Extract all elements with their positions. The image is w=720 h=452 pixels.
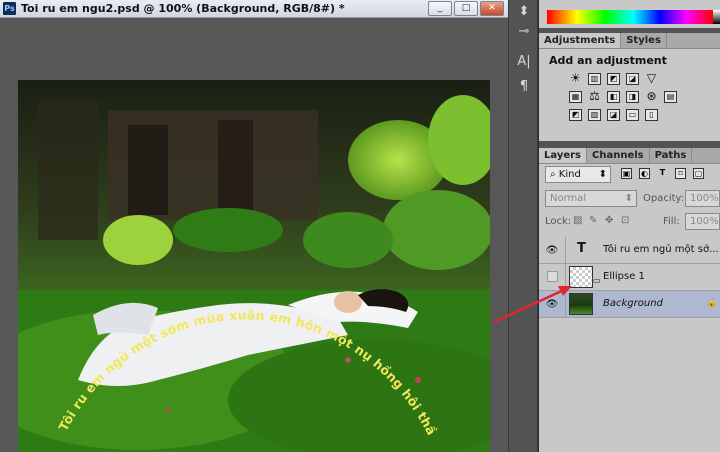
- lock-icon: 🔒: [706, 298, 718, 308]
- posterize-icon[interactable]: ▨: [588, 109, 601, 121]
- levels-icon[interactable]: ▥: [588, 73, 601, 85]
- filter-pixel-icon[interactable]: ▣: [621, 168, 632, 179]
- fill-label: Fill:: [663, 216, 680, 227]
- text-layer-icon: T: [577, 241, 586, 256]
- exposure-icon[interactable]: ◪: [626, 73, 639, 85]
- tab-channels[interactable]: Channels: [587, 148, 650, 163]
- layer-row-ellipse[interactable]: ▭ Ellipse 1: [539, 264, 720, 291]
- opacity-field[interactable]: 100%: [685, 190, 720, 207]
- filter-shape-icon[interactable]: ⌑: [675, 168, 686, 179]
- photoshop-icon: Ps: [3, 2, 16, 15]
- layer-row-background[interactable]: 👁 Background 🔒: [539, 291, 720, 318]
- layer-thumbnail: [569, 266, 593, 288]
- layer-name: Ellipse 1: [603, 271, 645, 282]
- eye-icon[interactable]: 👁: [545, 299, 559, 310]
- layer-name: Background: [603, 298, 663, 309]
- gradient-map-icon[interactable]: ▭: [626, 109, 639, 121]
- blend-mode-select[interactable]: Normal ⬍: [545, 190, 637, 207]
- chevron-down-icon: ⬍: [624, 193, 633, 204]
- vibrance-icon[interactable]: ▦: [569, 91, 582, 103]
- layers-list: 👁 T Tôi ru em ngủ một sớ... ▭ Ellipse 1 …: [539, 237, 720, 318]
- tab-layers[interactable]: Layers: [539, 148, 587, 163]
- shape-link-icon: ▭: [593, 276, 601, 285]
- black-white-icon[interactable]: ◨: [626, 91, 639, 103]
- tab-styles[interactable]: Styles: [621, 33, 667, 48]
- search-icon: ⌕: [550, 169, 559, 180]
- tab-paths[interactable]: Paths: [650, 148, 693, 163]
- channel-mixer-icon[interactable]: ▤: [664, 91, 677, 103]
- layer-filter-select[interactable]: ⌕ Kind ⬍: [545, 166, 611, 183]
- adjustment-icons: ☀ ▥ ◩ ◪ ▽ ▦ ⚖ ◧ ◨ ⊛ ▤ ◩ ▨ ◪ ▭ ▯: [569, 72, 699, 127]
- lock-image-icon[interactable]: ✎: [589, 215, 597, 226]
- lock-position-icon[interactable]: ✥: [605, 215, 613, 226]
- photo-scene: Tôi ru em ngủ một sớm mùa xuân em hôn mộ…: [18, 80, 490, 452]
- filter-adjustment-icon[interactable]: ◐: [639, 168, 650, 179]
- lock-all-icon[interactable]: ⊡: [621, 215, 629, 226]
- lock-label: Lock:: [545, 216, 572, 227]
- brush-preset-icon[interactable]: ⬍: [513, 2, 535, 22]
- threshold-icon[interactable]: ◪: [607, 109, 620, 121]
- layer-thumbnail: [569, 293, 593, 315]
- panel-dock-strip: ⬍ ⊸ A| ¶: [508, 0, 538, 452]
- brightness-contrast-icon[interactable]: ☀: [569, 72, 582, 85]
- fill-field[interactable]: 100%: [685, 213, 720, 230]
- document-image[interactable]: Tôi ru em ngủ một sớm mùa xuân em hôn mộ…: [18, 80, 490, 452]
- hue-saturation-icon[interactable]: ◧: [607, 91, 620, 103]
- adjustments-tabbar: Adjustments Styles: [539, 33, 720, 49]
- lock-transparent-icon[interactable]: ▨: [573, 215, 582, 226]
- filter-type-icon[interactable]: T: [657, 168, 668, 179]
- eye-icon[interactable]: 👁: [545, 245, 559, 256]
- balance-icon[interactable]: ⚖: [588, 90, 601, 103]
- panel-divider-2: [539, 141, 720, 148]
- color-spectrum[interactable]: [547, 10, 720, 24]
- minimize-button[interactable]: _: [428, 1, 452, 16]
- layer-name: Tôi ru em ngủ một sớ...: [603, 244, 719, 255]
- document-title: Toi ru em ngu2.psd @ 100% (Background, R…: [21, 2, 345, 15]
- filter-kind-value: Kind: [558, 169, 581, 180]
- adjustments-heading: Add an adjustment: [549, 54, 667, 67]
- paragraph-panel-icon[interactable]: ¶: [513, 77, 535, 97]
- tab-adjustments[interactable]: Adjustments: [539, 33, 622, 48]
- blend-mode-value: Normal: [550, 193, 587, 204]
- chevron-down-icon: ⬍: [598, 169, 607, 180]
- invert-icon[interactable]: ◩: [569, 109, 582, 121]
- curves-icon[interactable]: ◩: [607, 73, 620, 85]
- photo-filter-icon[interactable]: ⊛: [645, 90, 658, 103]
- visibility-toggle-off[interactable]: [547, 271, 558, 282]
- layers-tabbar: Layers Channels Paths: [539, 148, 720, 164]
- tool-preset-icon[interactable]: ⊸: [513, 22, 535, 42]
- canvas-area[interactable]: Tôi ru em ngủ một sớm mùa xuân em hôn mộ…: [0, 18, 508, 452]
- document-titlebar[interactable]: Ps Toi ru em ngu2.psd @ 100% (Background…: [0, 0, 508, 18]
- selective-color-icon[interactable]: ▯: [645, 109, 658, 121]
- close-button[interactable]: ✕: [480, 1, 504, 16]
- character-panel-icon[interactable]: A|: [513, 52, 535, 72]
- triangle-icon[interactable]: ▽: [645, 72, 658, 85]
- layer-row-text[interactable]: 👁 T Tôi ru em ngủ một sớ...: [539, 237, 720, 264]
- maximize-button[interactable]: □: [454, 1, 478, 16]
- opacity-label: Opacity:: [643, 193, 685, 204]
- right-panels: Adjustments Styles Add an adjustment ☀ ▥…: [539, 0, 720, 452]
- filter-smart-object-icon[interactable]: ▢: [693, 168, 704, 179]
